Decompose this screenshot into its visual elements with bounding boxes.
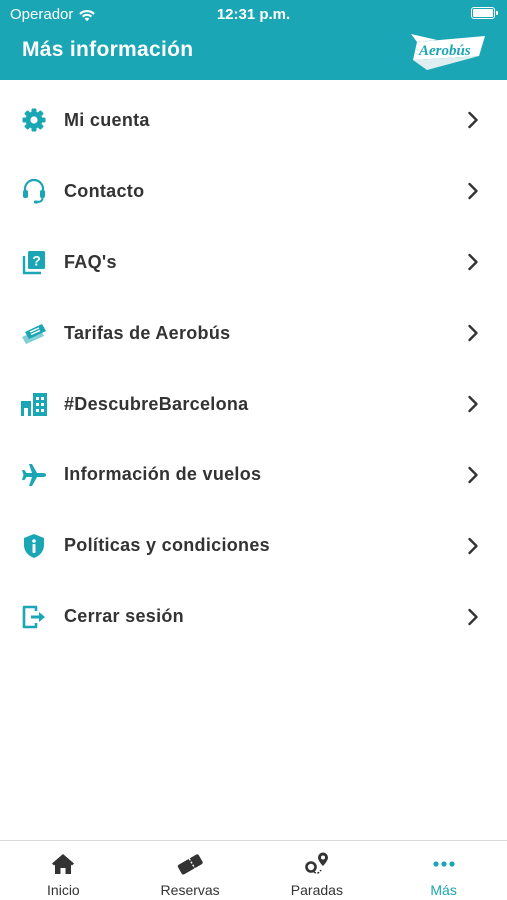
menu-item-label: Mi cuenta — [64, 109, 150, 130]
tab-paradas[interactable]: Paradas — [254, 841, 381, 900]
menu-item-informacion-vuelos[interactable]: Información de vuelos — [0, 439, 507, 510]
svg-text:?: ? — [32, 253, 41, 269]
more-info-menu: Mi cuenta Contacto ? FAQ's Tarifas de Ae… — [0, 85, 507, 652]
tab-reservas[interactable]: Reservas — [127, 841, 254, 900]
tab-label: Inicio — [47, 882, 80, 898]
chevron-right-icon — [468, 324, 478, 342]
tab-label: Más — [430, 882, 457, 898]
status-bar: Operador 12:31 p.m. — [0, 0, 507, 28]
chevron-right-icon — [468, 254, 478, 271]
menu-item-descubre-barcelona[interactable]: #DescubreBarcelona — [0, 369, 507, 440]
menu-item-label: Políticas y condiciones — [64, 535, 270, 556]
shield-info-icon — [20, 532, 48, 560]
menu-item-politicas[interactable]: Políticas y condiciones — [0, 510, 507, 581]
airplane-icon — [20, 461, 48, 489]
home-icon — [52, 854, 75, 874]
buildings-icon — [20, 390, 48, 418]
tab-label: Reservas — [160, 882, 220, 898]
menu-item-label: #DescubreBarcelona — [64, 393, 249, 414]
chevron-right-icon — [468, 395, 478, 413]
menu-item-faqs[interactable]: ? FAQ's — [0, 227, 507, 298]
tickets-icon — [177, 854, 203, 875]
route-pins-icon — [305, 852, 328, 874]
svg-text:Aerobús: Aerobús — [418, 43, 471, 59]
menu-item-cerrar-sesion[interactable]: Cerrar sesión — [0, 581, 507, 652]
chevron-right-icon — [468, 112, 478, 129]
menu-item-contacto[interactable]: Contacto — [0, 156, 507, 227]
chevron-right-icon — [468, 608, 478, 625]
more-dots-icon — [433, 861, 455, 867]
tab-mas[interactable]: Más — [380, 841, 507, 900]
menu-item-label: Cerrar sesión — [64, 606, 184, 627]
status-time: 12:31 p.m. — [216, 6, 291, 23]
tab-label: Paradas — [290, 882, 343, 898]
menu-item-label: Tarifas de Aerobús — [64, 322, 231, 343]
menu-item-label: Información de vuelos — [64, 464, 262, 485]
chevron-right-icon — [468, 183, 478, 200]
bottom-tab-bar: Inicio Reservas Paradas Más — [0, 840, 507, 900]
gear-icon — [20, 106, 48, 134]
chevron-right-icon — [468, 466, 478, 484]
battery-icon — [471, 7, 498, 19]
headset-icon — [20, 177, 48, 205]
menu-item-label: Contacto — [64, 180, 145, 201]
question-cards-icon: ? — [20, 248, 48, 276]
chevron-right-icon — [468, 537, 478, 554]
app-header: Operador 12:31 p.m. Más información Aero… — [0, 0, 507, 80]
ticket-icon — [20, 319, 48, 347]
page-title: Más información — [22, 38, 194, 61]
menu-item-mi-cuenta[interactable]: Mi cuenta — [0, 85, 507, 156]
tab-inicio[interactable]: Inicio — [0, 841, 127, 900]
aerobus-logo: Aerobús — [411, 34, 485, 70]
menu-item-label: FAQ's — [64, 251, 117, 272]
menu-item-tarifas[interactable]: Tarifas de Aerobús — [0, 298, 507, 369]
logout-icon — [20, 603, 48, 631]
